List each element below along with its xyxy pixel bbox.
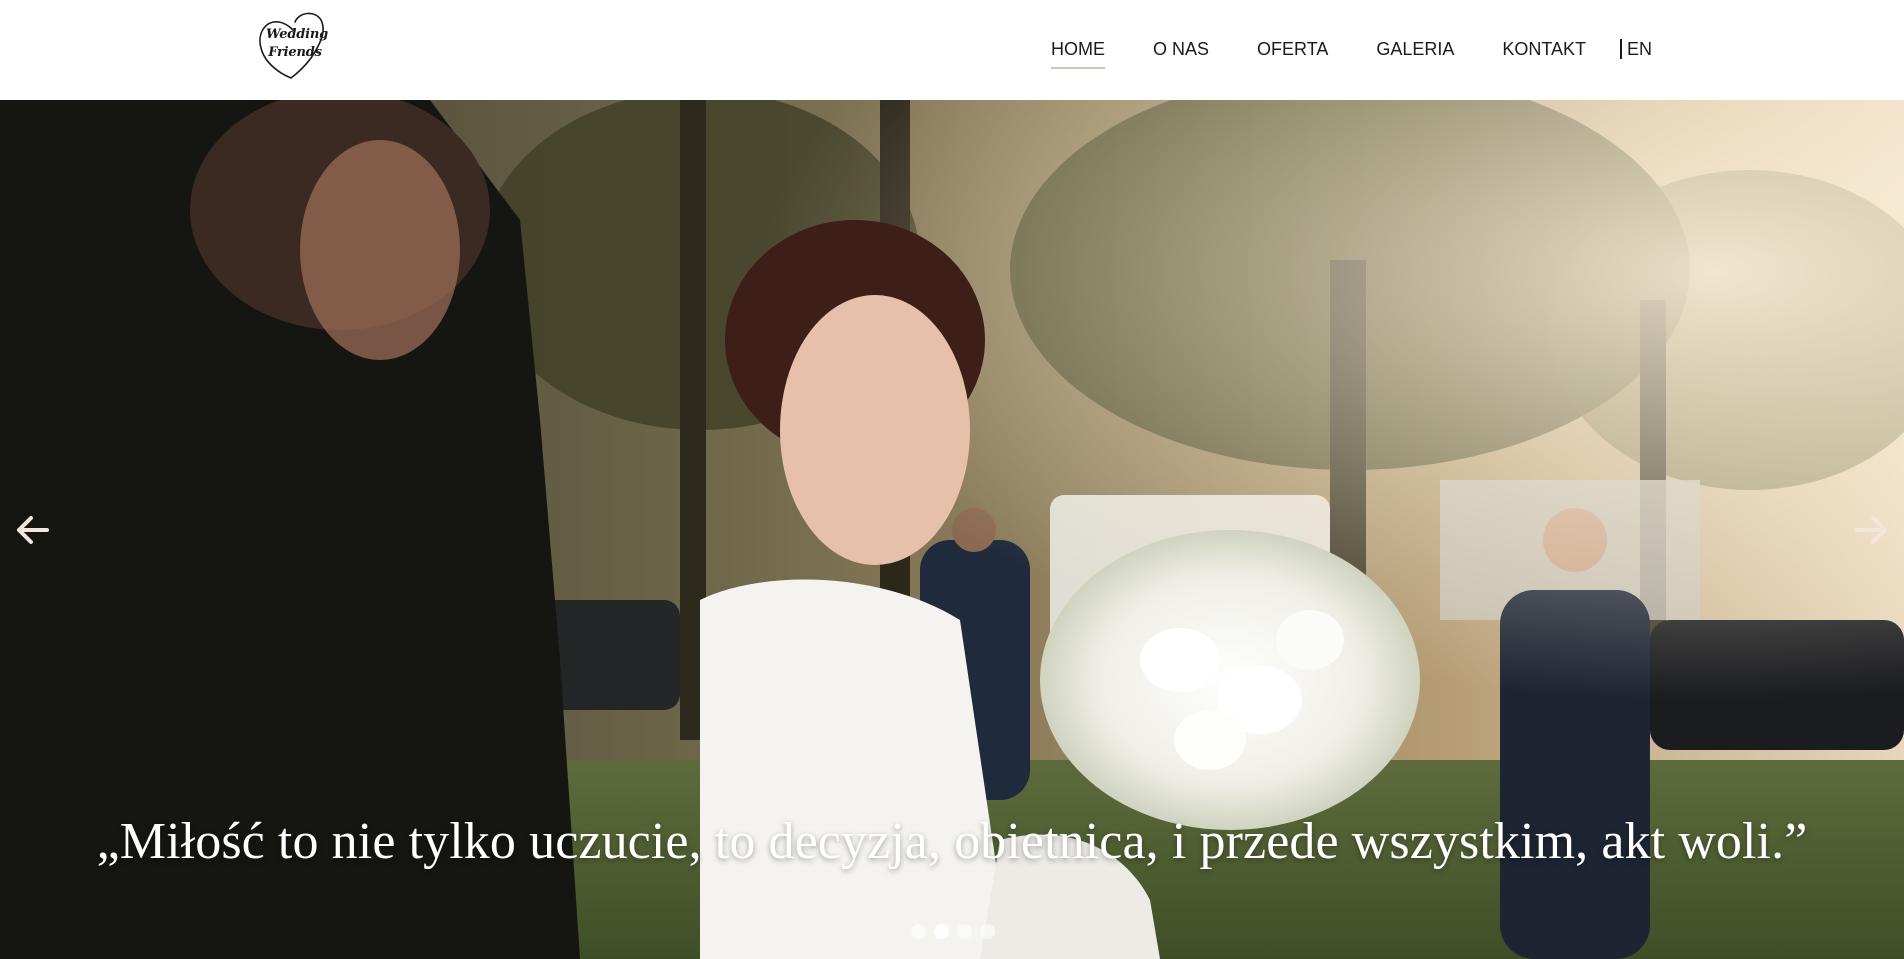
language-divider: [1620, 39, 1622, 59]
slider-dot-4[interactable]: [980, 924, 995, 939]
nav-oferta[interactable]: OFERTA: [1257, 38, 1328, 60]
slider-dot-3[interactable]: [957, 924, 972, 939]
logo-text-line1: Wedding: [265, 27, 329, 42]
slider-dot-2[interactable]: [934, 924, 949, 939]
language-switcher[interactable]: EN: [1620, 38, 1652, 60]
logo[interactable]: Wedding Friends: [255, 8, 331, 82]
main-nav: HOME O NAS OFERTA GALERIA KONTAKT: [1051, 38, 1634, 69]
slider-prev-button[interactable]: [13, 510, 53, 550]
hero-quote: „Miłość to nie tylko uczucie, to decyzja…: [96, 813, 1808, 870]
nav-home[interactable]: HOME: [1051, 38, 1105, 69]
slider-pagination: [911, 924, 1003, 939]
slider-dot-1[interactable]: [911, 924, 926, 939]
site-header: Wedding Friends HOME O NAS OFERTA GALERI…: [0, 0, 1904, 100]
slider-next-button[interactable]: [1851, 510, 1891, 550]
nav-kontakt[interactable]: KONTAKT: [1502, 38, 1586, 60]
nav-o-nas[interactable]: O NAS: [1153, 38, 1209, 60]
arrow-right-icon: [1855, 516, 1887, 544]
logo-text-line2: Friends: [268, 45, 322, 60]
nav-galeria[interactable]: GALERIA: [1376, 38, 1454, 60]
hero-slider: „Miłość to nie tylko uczucie, to decyzja…: [0, 100, 1904, 959]
language-en[interactable]: EN: [1627, 38, 1652, 60]
arrow-left-icon: [17, 516, 49, 544]
